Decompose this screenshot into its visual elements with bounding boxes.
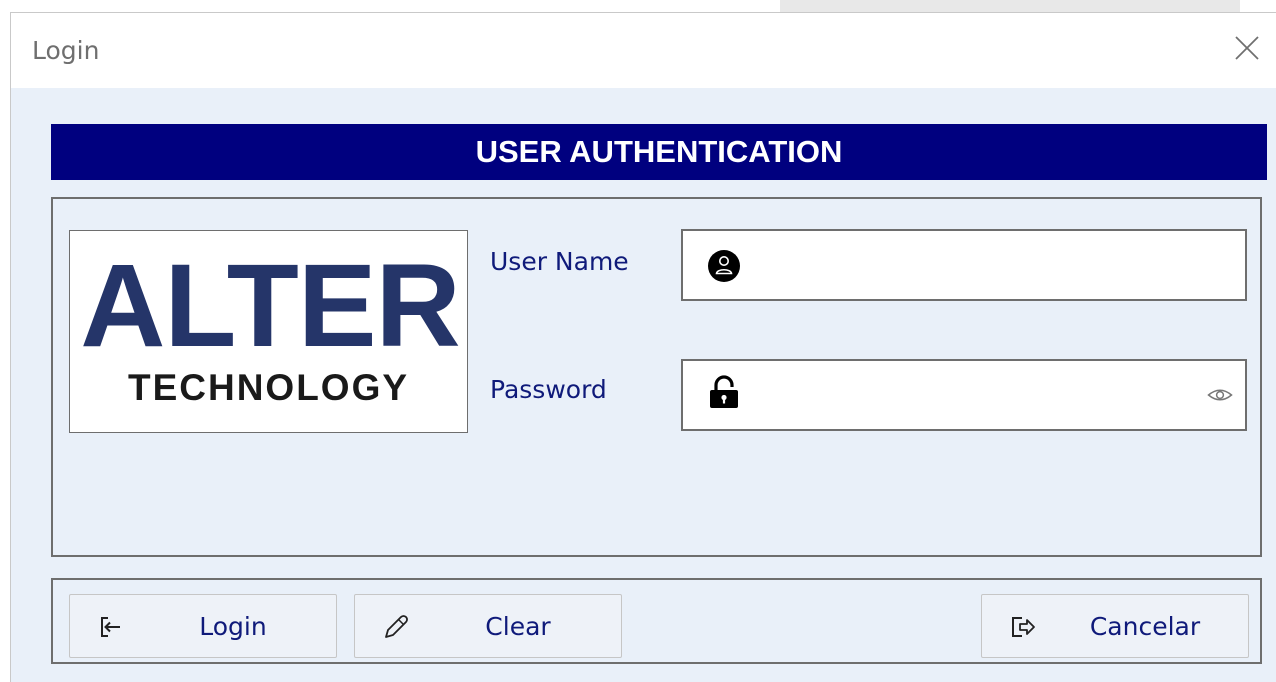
login-button-label: Login [199, 612, 267, 641]
login-icon [101, 617, 120, 637]
login-button[interactable]: Login [69, 594, 337, 658]
user-icon [708, 250, 740, 282]
company-logo: ALTER TECHNOLOGY [69, 230, 468, 433]
title-bar: Login [11, 13, 1276, 88]
logo-main-text: ALTER [80, 240, 461, 372]
lock-icon [710, 375, 738, 408]
header-title: USER AUTHENTICATION [475, 134, 843, 169]
form-panel: ALTER TECHNOLOGY User Name Password [51, 197, 1262, 557]
password-input[interactable] [755, 371, 1195, 419]
background-window-edge [780, 0, 1240, 12]
cancel-button[interactable]: Cancelar [981, 594, 1249, 658]
cancel-button-label: Cancelar [1089, 612, 1201, 641]
pencil-icon [385, 615, 408, 638]
username-input[interactable] [755, 241, 1195, 289]
close-icon [1235, 36, 1259, 60]
clear-button[interactable]: Clear [354, 594, 622, 658]
logo-sub-text: TECHNOLOGY [127, 367, 410, 408]
login-dialog: Login USER AUTHENTICATION ALTER TECHNOLO… [10, 12, 1276, 682]
header-banner: USER AUTHENTICATION [51, 124, 1267, 180]
password-label: Password [490, 375, 607, 404]
clear-button-label: Clear [485, 612, 551, 641]
button-panel: Login Clear Cancelar [51, 578, 1262, 664]
username-field[interactable] [681, 229, 1247, 301]
password-field[interactable] [681, 359, 1247, 431]
close-button[interactable] [1226, 27, 1266, 67]
logout-icon [1012, 617, 1035, 637]
eye-icon[interactable] [1207, 385, 1233, 405]
username-label: User Name [490, 247, 629, 276]
window-title: Login [32, 36, 100, 65]
